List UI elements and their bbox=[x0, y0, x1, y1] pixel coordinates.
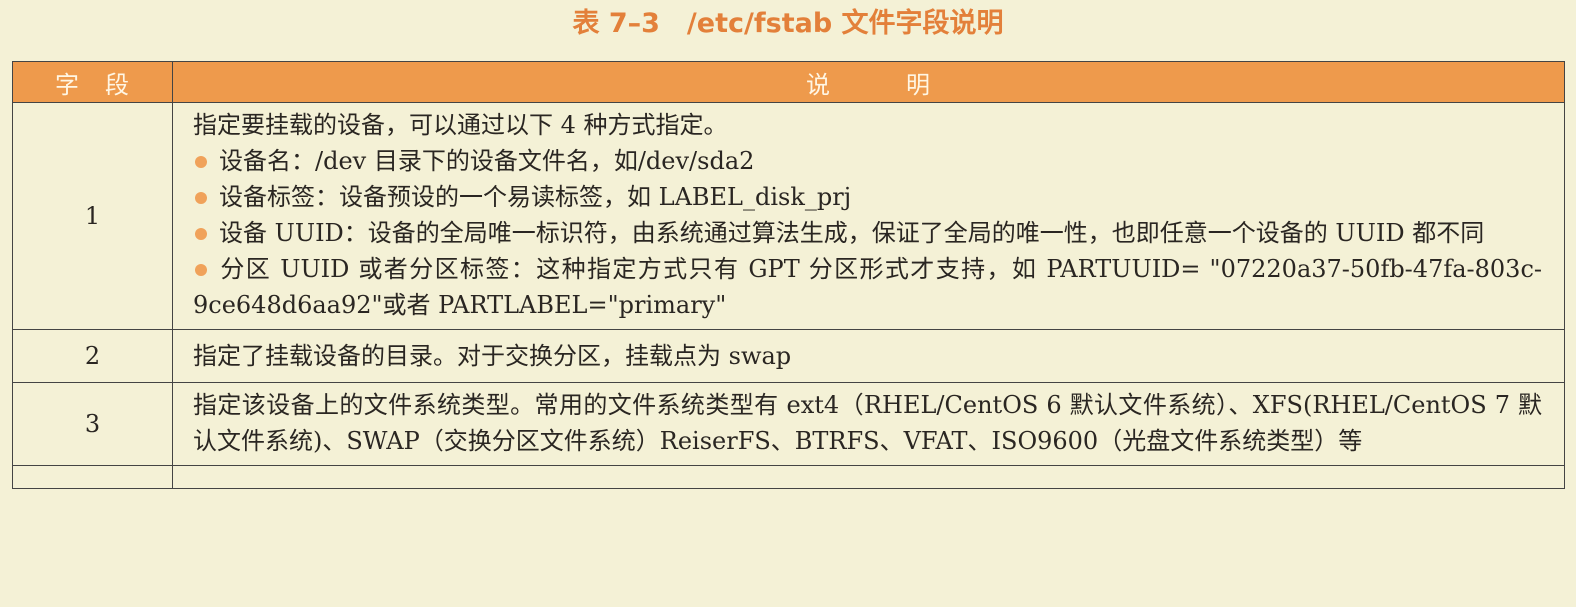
field-number: 3 bbox=[12, 382, 173, 466]
description-intro: 指定要挂载的设备，可以通过以下 4 种方式指定。 bbox=[193, 111, 728, 139]
list-item-text: 分区 UUID 或者分区标签：这种指定方式只有 GPT 分区形式才支持，如 PA… bbox=[193, 255, 1542, 319]
header-description: 说 明 bbox=[172, 61, 1565, 103]
list-item-text: 设备名：/dev 目录下的设备文件名，如/dev/sda2 bbox=[219, 147, 755, 175]
bullet-icon bbox=[195, 155, 207, 168]
list-item: 设备标签：设备预设的一个易读标签，如 LABEL_disk_prj bbox=[193, 179, 1542, 215]
table-row-partial bbox=[12, 465, 1565, 489]
field-description: 指定该设备上的文件系统类型。常用的文件系统类型有 ext4（RHEL/CentO… bbox=[172, 382, 1565, 466]
header-field: 字 段 bbox=[12, 61, 173, 103]
list-item: 设备名：/dev 目录下的设备文件名，如/dev/sda2 bbox=[193, 143, 1542, 179]
field-description: 指定要挂载的设备，可以通过以下 4 种方式指定。 设备名：/dev 目录下的设备… bbox=[172, 102, 1565, 330]
table-row: 2 指定了挂载设备的目录。对于交换分区，挂载点为 swap bbox=[12, 329, 1565, 383]
table-row: 1 指定要挂载的设备，可以通过以下 4 种方式指定。 设备名：/dev 目录下的… bbox=[12, 102, 1565, 330]
bullet-icon bbox=[195, 227, 207, 240]
field-description: 指定了挂载设备的目录。对于交换分区，挂载点为 swap bbox=[172, 329, 1565, 383]
list-item: 设备 UUID：设备的全局唯一标识符，由系统通过算法生成，保证了全局的唯一性，也… bbox=[193, 215, 1542, 251]
list-item: 分区 UUID 或者分区标签：这种指定方式只有 GPT 分区形式才支持，如 PA… bbox=[193, 251, 1542, 323]
field-number: 2 bbox=[12, 329, 173, 383]
field-description-cut bbox=[172, 465, 1565, 489]
field-number: 1 bbox=[12, 102, 173, 330]
list-item-text: 设备 UUID：设备的全局唯一标识符，由系统通过算法生成，保证了全局的唯一性，也… bbox=[219, 219, 1485, 247]
table-caption: 表 7–3 /etc/fstab 文件字段说明 bbox=[572, 8, 1004, 39]
field-number-cut bbox=[12, 465, 173, 489]
list-item-text: 设备标签：设备预设的一个易读标签，如 LABEL_disk_prj bbox=[219, 183, 852, 211]
table-row: 3 指定该设备上的文件系统类型。常用的文件系统类型有 ext4（RHEL/Cen… bbox=[12, 382, 1565, 466]
fstab-fields-table: 字 段 说 明 1 指定要挂载的设备，可以通过以下 4 种方式指定。 设备名：/… bbox=[12, 61, 1565, 489]
bullet-icon bbox=[195, 263, 207, 276]
bullet-icon bbox=[195, 191, 207, 204]
table-header-row: 字 段 说 明 bbox=[12, 61, 1565, 103]
